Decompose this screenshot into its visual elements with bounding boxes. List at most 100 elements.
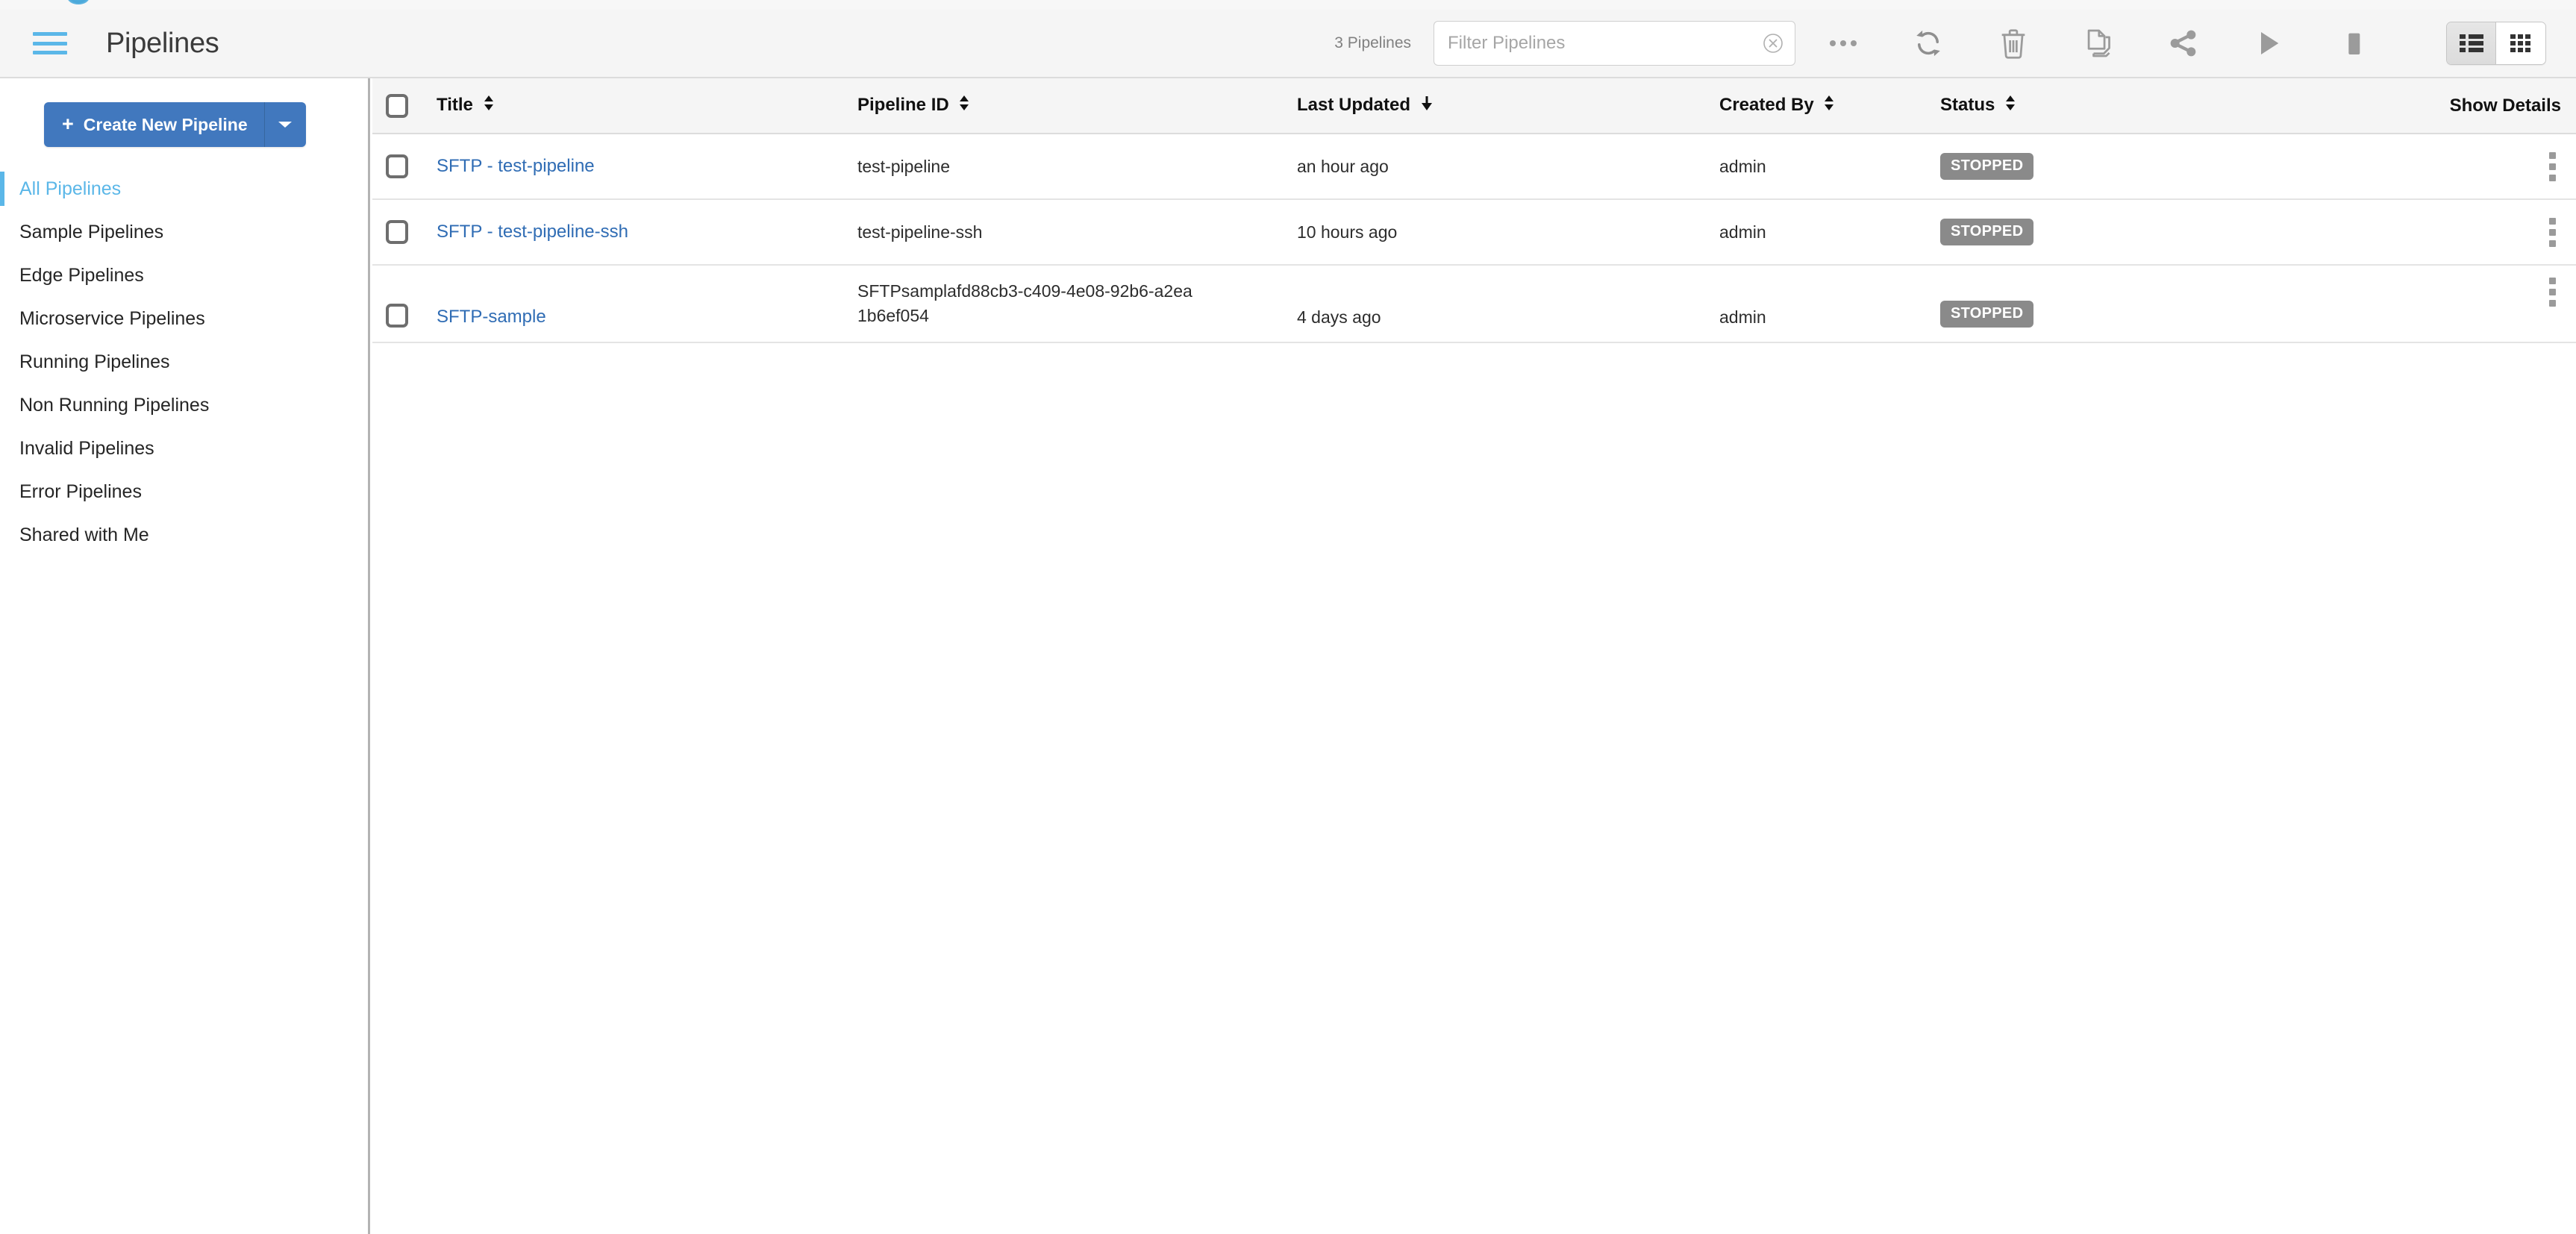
cell-pipeline-id: test-pipeline-ssh [857,222,983,242]
column-header-status-label: Status [1940,95,1995,115]
cell-status: STOPPED [1940,301,2403,342]
sidebar-item-label: Invalid Pipelines [19,437,154,459]
cell-title: SFTP - test-pipeline [419,156,857,177]
sort-desc-icon[interactable] [1421,95,1433,116]
column-header-last-updated-label: Last Updated [1297,95,1411,115]
column-header-status[interactable]: Status [1940,95,2403,116]
list-view-icon[interactable] [2447,22,2496,64]
sidebar-item-microservice-pipelines[interactable]: Microservice Pipelines [0,297,368,340]
sidebar-item-error-pipelines[interactable]: Error Pipelines [0,470,368,513]
cell-title: SFTP-sample [419,307,857,342]
table-row[interactable]: SFTP - test-pipeline-ssh test-pipeline-s… [372,200,2576,266]
cell-pipeline-id: test-pipeline [857,156,951,176]
table-row[interactable]: SFTP - test-pipeline test-pipeline an ho… [372,134,2576,200]
pipeline-count-label: 3 Pipelines [1334,34,1411,51]
sidebar-item-label: Error Pipelines [19,480,142,502]
sidebar-item-sample-pipelines[interactable]: Sample Pipelines [0,210,368,254]
row-menu-icon[interactable] [2549,278,2557,307]
sidebar-item-label: Microservice Pipelines [19,307,205,329]
cell-created-by: admin [1719,307,1766,327]
cell-row-actions [2403,266,2576,307]
app-logo-strip [0,0,2576,10]
app-logo-icon [67,0,90,4]
create-new-pipeline-label: Create New Pipeline [83,114,248,134]
create-new-pipeline-main[interactable]: + Create New Pipeline [44,102,264,147]
stop-icon[interactable] [2336,25,2372,61]
column-header-pipeline-id[interactable]: Pipeline ID [857,95,1297,116]
header-actions: 3 Pipelines [1334,10,2576,77]
row-checkbox[interactable] [386,304,408,328]
sidebar-item-label: All Pipelines [19,178,122,199]
cell-status: STOPPED [1940,219,2403,245]
select-all-checkbox[interactable] [386,93,408,118]
share-icon[interactable] [2166,25,2201,61]
table-header-row: Title Pipeline ID Last Updated Created B… [372,78,2576,134]
grid-view-icon[interactable] [2496,22,2545,64]
pipeline-id-line-1: SFTPsamplafd88cb3-c409-4e08-92b6-a2ea [857,281,1192,301]
column-header-last-updated[interactable]: Last Updated [1297,95,1719,116]
filter-pipelines-field [1434,21,1795,66]
pipeline-id-line-2: 1b6ef054 [857,305,929,325]
view-mode-toggle [2446,22,2546,65]
create-new-pipeline-button[interactable]: + Create New Pipeline [44,102,306,147]
sort-both-icon[interactable] [2005,95,2016,116]
table-row[interactable]: SFTP-sample SFTPsamplafd88cb3-c409-4e08-… [372,266,2576,343]
row-checkbox[interactable] [386,154,408,178]
pipeline-title-link[interactable]: SFTP-sample [437,307,546,327]
sort-both-icon[interactable] [959,95,969,116]
column-header-show-details[interactable]: Show Details [2403,95,2576,116]
cell-created-by: admin [1719,222,1766,242]
duplicate-icon[interactable] [2081,25,2116,61]
sidebar-nav: All Pipelines Sample Pipelines Edge Pipe… [0,167,368,557]
column-header-title[interactable]: Title [419,95,857,116]
cell-status: STOPPED [1940,153,2403,180]
cell-row-actions [2403,151,2576,181]
refresh-icon[interactable] [1910,25,1946,61]
row-menu-icon[interactable] [2549,151,2557,181]
row-menu-icon[interactable] [2549,217,2557,247]
cell-title: SFTP - test-pipeline-ssh [419,222,857,242]
plus-icon: + [62,112,74,135]
sidebar-item-invalid-pipelines[interactable]: Invalid Pipelines [0,427,368,470]
column-header-title-label: Title [437,95,473,115]
row-checkbox-cell [386,154,419,178]
sidebar-item-running-pipelines[interactable]: Running Pipelines [0,340,368,383]
column-header-pipeline-id-label: Pipeline ID [857,95,949,115]
sidebar-item-label: Shared with Me [19,524,149,545]
column-header-created-by-label: Created By [1719,95,1814,115]
search-input[interactable] [1434,21,1795,66]
chevron-down-icon[interactable] [263,102,306,147]
sidebar-item-non-running-pipelines[interactable]: Non Running Pipelines [0,383,368,427]
sort-both-icon[interactable] [1824,95,1834,116]
row-checkbox-cell [386,304,419,342]
pipeline-title-link[interactable]: SFTP - test-pipeline-ssh [437,222,628,242]
status-badge: STOPPED [1940,153,2034,180]
more-icon[interactable] [1825,25,1861,61]
sidebar-item-label: Running Pipelines [19,351,170,372]
sidebar-item-edge-pipelines[interactable]: Edge Pipelines [0,254,368,297]
hamburger-icon[interactable] [33,32,67,54]
sidebar-item-label: Sample Pipelines [19,221,164,242]
trash-icon[interactable] [1995,25,2031,61]
select-all-checkbox-cell [386,93,419,118]
status-badge: STOPPED [1940,301,2034,328]
sidebar: + Create New Pipeline All Pipelines Samp… [0,78,370,1234]
cell-pipeline-id: SFTPsamplafd88cb3-c409-4e08-92b6-a2ea 1b… [857,266,1297,328]
sidebar-item-label: Non Running Pipelines [19,394,210,416]
status-badge: STOPPED [1940,219,2034,245]
sidebar-item-all-pipelines[interactable]: All Pipelines [0,167,368,210]
column-header-show-details-label: Show Details [2449,95,2561,116]
page-title: Pipelines [106,27,219,59]
clear-icon[interactable] [1763,33,1783,54]
pipeline-title-link[interactable]: SFTP - test-pipeline [437,156,595,176]
cell-last-updated: an hour ago [1297,156,1389,176]
cell-last-updated: 10 hours ago [1297,222,1398,242]
sidebar-item-shared-with-me[interactable]: Shared with Me [0,513,368,557]
play-icon[interactable] [2251,25,2286,61]
row-checkbox-cell [386,220,419,244]
column-header-created-by[interactable]: Created By [1719,95,1940,116]
row-checkbox[interactable] [386,220,408,244]
app-header: Pipelines 3 Pipelines [0,10,2576,78]
sort-both-icon[interactable] [484,95,494,116]
cell-created-by: admin [1719,156,1766,176]
